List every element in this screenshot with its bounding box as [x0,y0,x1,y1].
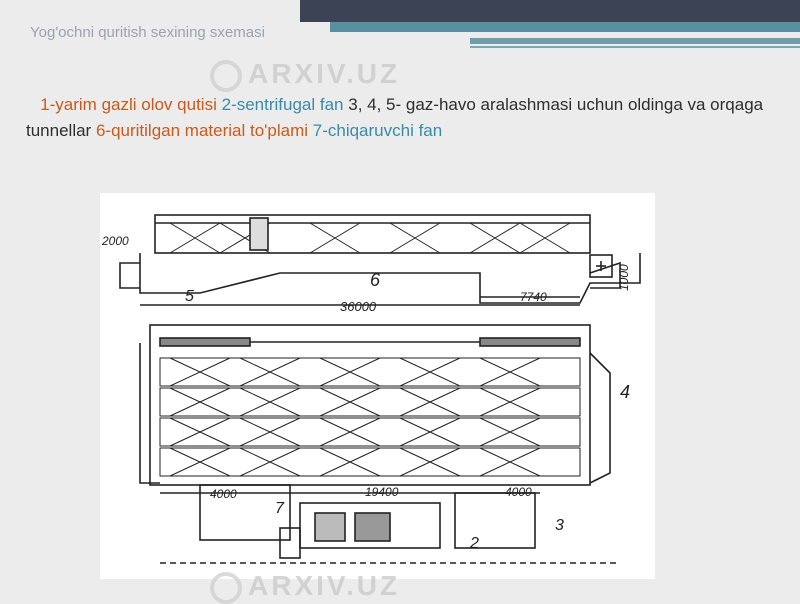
watermark-logo-icon [210,571,242,604]
dim-right-seg: 7740 [520,290,547,304]
label-2: 2 [469,535,479,552]
header-bar-dark [300,0,800,22]
header-underline-thin [470,46,800,48]
legend-item-5: 7-chiqaruvchi fan [312,121,443,140]
label-6: 6 [370,270,381,290]
top-tunnel-frame [154,214,591,254]
legend-item-2: 2-sentrifugal fan [221,95,344,114]
dim-total: 36000 [340,299,377,314]
legend-item-4: 6-quritilgan material to'plami [95,121,309,140]
dim-bottom-right: 4000 [505,485,532,499]
dim-right: 1000 [617,264,631,291]
watermark-top: ARXIV.UZ [210,58,400,92]
label-5: 5 [185,288,194,305]
dim-top-left: 2000 [101,234,129,248]
watermark-bottom: ARXIV.UZ [210,570,400,604]
lower-channel [139,253,641,304]
legend-text: 1-yarim gazli olov qutisi 2-sentrifugal … [26,92,786,144]
plan-frame [149,324,591,486]
watermark-logo-icon [210,59,242,92]
legend-item-1: 1-yarim gazli olov qutisi [40,95,217,114]
label-3: 3 [555,517,564,534]
header-underline [470,38,800,44]
label-4: 4 [620,382,630,402]
drying-shop-diagram: 2000 1000 36000 7740 6 5 4 4000 19400 40… [100,193,655,579]
header-bar-teal [330,22,800,32]
dim-bottom-left: 4000 [210,487,237,501]
slide-title: Yog'ochni quritish sexining sxemasi [30,24,265,41]
label-7: 7 [275,500,285,517]
diagram-svg: 2000 1000 36000 7740 6 5 4 4000 19400 40… [101,214,641,564]
dim-bottom-mid: 19400 [365,485,399,499]
